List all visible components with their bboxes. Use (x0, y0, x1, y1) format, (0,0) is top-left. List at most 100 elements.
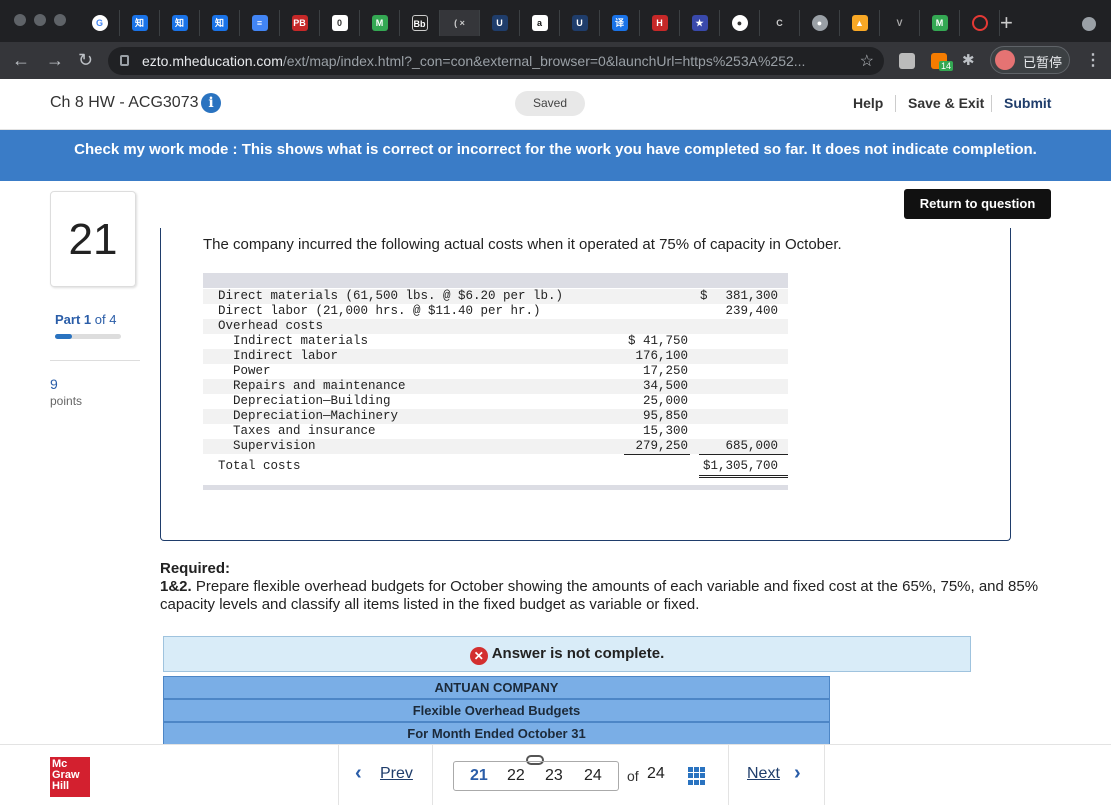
browser-tab[interactable]: ▲ (840, 10, 880, 36)
url-text: ezto.mheducation.com/ext/map/index.html?… (142, 53, 806, 69)
row-amount-detail: 176,100 (635, 349, 688, 363)
row-label: Total costs (218, 459, 301, 473)
subtotal-rule (699, 454, 788, 455)
profile-button[interactable]: 已暂停 (990, 46, 1070, 74)
row-label: Indirect materials (233, 334, 369, 348)
row-dollar-sign: $ (700, 289, 708, 303)
lock-icon (120, 55, 129, 66)
table-bottom-band (203, 485, 788, 490)
prev-button[interactable]: Prev (380, 765, 413, 783)
page-number-current[interactable]: 21 (470, 767, 488, 785)
footer-divider (338, 745, 339, 805)
browser-tab[interactable]: 译 (600, 10, 640, 36)
browser-tab[interactable]: U (560, 10, 600, 36)
budget-title: Flexible Overhead Budgets (163, 699, 830, 722)
question-number: 21 (50, 191, 136, 287)
browser-tab[interactable]: PB (280, 10, 320, 36)
answer-status-bar: ✕ Answer is not complete. (163, 636, 971, 672)
mcgraw-hill-logo: Mc Graw Hill (50, 757, 90, 797)
table-row: Direct materials (61,500 lbs. @ $6.20 pe… (203, 289, 788, 304)
back-icon[interactable]: ← (12, 50, 30, 70)
header-divider (991, 95, 992, 112)
subtotal-rule (624, 454, 690, 455)
table-row: Repairs and maintenance 34,500 (203, 379, 788, 394)
browser-tab[interactable]: U (480, 10, 520, 36)
footer-divider (432, 745, 433, 805)
row-amount-total: 685,000 (725, 439, 778, 453)
extension-icon[interactable] (899, 53, 915, 69)
row-amount-total: 381,300 (725, 289, 778, 303)
info-icon[interactable]: i (201, 93, 221, 113)
row-label: Overhead costs (218, 319, 324, 333)
address-bar[interactable]: ezto.mheducation.com/ext/map/index.html?… (108, 47, 884, 75)
bookmark-star-icon[interactable]: ☆ (860, 51, 874, 71)
return-to-question-button[interactable]: Return to question (904, 189, 1051, 219)
next-button[interactable]: Next (747, 765, 780, 783)
points-value: 9 (50, 376, 58, 392)
extension-badge: 14 (939, 61, 954, 71)
browser-tab[interactable]: ● (720, 10, 760, 36)
required-heading: Required: (160, 560, 231, 577)
row-amount-detail: $ 41,750 (627, 334, 688, 348)
browser-tab[interactable]: V (880, 10, 920, 36)
page-number[interactable]: 24 (584, 767, 602, 785)
browser-tab[interactable]: Bb (400, 10, 440, 36)
browser-tab[interactable]: ● (800, 10, 840, 36)
browser-tab[interactable]: 知 (200, 10, 240, 36)
incorrect-x-icon: ✕ (469, 647, 488, 665)
table-row: Supervision 279,250 685,000 (203, 439, 788, 454)
row-label: Direct materials (61,500 lbs. @ $6.20 pe… (218, 289, 564, 303)
save-exit-link[interactable]: Save & Exit (908, 95, 984, 111)
grid-view-icon[interactable] (688, 767, 706, 785)
extensions-puzzle-icon[interactable]: ✱ (962, 53, 978, 69)
browser-tab[interactable]: C (760, 10, 800, 36)
saved-badge: Saved (515, 91, 585, 116)
table-row: Power 17,250 (203, 364, 788, 379)
forward-icon[interactable]: → (46, 50, 64, 70)
total-double-rule (699, 477, 788, 478)
row-amount-total: 239,400 (725, 304, 778, 318)
browser-tab[interactable]: G (80, 10, 120, 36)
budget-company-name: ANTUAN COMPANY (163, 676, 830, 699)
footer-nav: Mc Graw Hill ‹ Prev 21 22 23 24 of 24 Next… (0, 744, 1111, 805)
browser-tab[interactable]: a (520, 10, 560, 36)
new-tab-icon[interactable]: + (1000, 10, 1013, 36)
page-number[interactable]: 22 (507, 767, 525, 785)
table-row: Indirect materials $ 41,750 (203, 334, 788, 349)
close-window-icon[interactable] (14, 14, 26, 26)
row-label: Depreciation—Building (233, 394, 391, 408)
row-label: Supervision (233, 439, 316, 453)
help-link[interactable]: Help (853, 95, 883, 111)
browser-tab[interactable]: ★ (680, 10, 720, 36)
sidebar-divider (50, 360, 140, 361)
browser-tab[interactable]: ≡ (240, 10, 280, 36)
browser-menu-icon[interactable]: ⋮ (1085, 50, 1101, 70)
row-amount-detail: 95,850 (642, 409, 688, 423)
required-item: 1&2. Prepare flexible overhead budgets f… (160, 578, 1039, 613)
maximize-window-icon[interactable] (54, 14, 66, 26)
table-row: Direct labor (21,000 hrs. @ $11.40 per h… (203, 304, 788, 319)
browser-tab[interactable]: H (640, 10, 680, 36)
submit-link[interactable]: Submit (1004, 95, 1051, 111)
points-label: points (50, 394, 83, 408)
chevron-left-icon[interactable]: ‹ (355, 762, 362, 785)
browser-tab[interactable]: 知 (120, 10, 160, 36)
reload-icon[interactable]: ↻ (78, 50, 93, 70)
browser-tab[interactable] (960, 10, 1000, 36)
browser-tab[interactable]: M (360, 10, 400, 36)
total-double-rule (699, 475, 788, 476)
browser-tab[interactable]: 知 (160, 10, 200, 36)
budget-period: For Month Ended October 31 (163, 722, 830, 745)
browser-tab[interactable]: M (920, 10, 960, 36)
browser-tab-active[interactable]: ( × (440, 10, 480, 36)
check-my-work-banner: Check my work mode : This shows what is … (0, 130, 1111, 181)
row-label: Direct labor (21,000 hrs. @ $11.40 per h… (218, 304, 541, 318)
page-number[interactable]: 23 (545, 767, 563, 785)
table-row: Overhead costs (203, 319, 788, 334)
tab-search-icon[interactable] (1082, 17, 1096, 31)
chevron-right-icon[interactable]: › (794, 762, 801, 785)
actual-costs-table: Direct materials (61,500 lbs. @ $6.20 pe… (203, 273, 788, 490)
browser-tab[interactable]: 0 (320, 10, 360, 36)
minimize-window-icon[interactable] (34, 14, 46, 26)
assignment-title: Ch 8 HW - ACG3073 (50, 94, 199, 111)
